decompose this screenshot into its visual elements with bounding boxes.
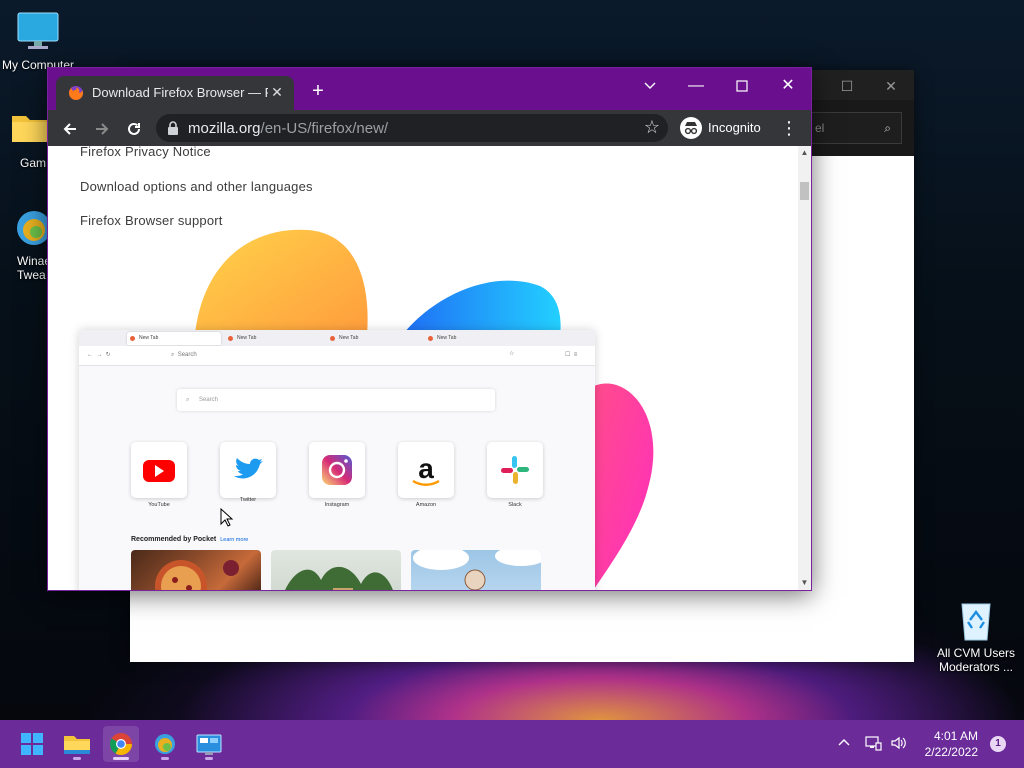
mock-tab-strip: New Tab New Tab New Tab New Tab: [79, 330, 595, 346]
mouse-cursor-icon: [220, 508, 234, 527]
incognito-icon: [680, 117, 702, 139]
incognito-label: Incognito: [708, 120, 761, 135]
winaero-icon: [12, 206, 50, 250]
desktop-icon-my-computer[interactable]: My Computer: [0, 10, 76, 72]
clock-time: 4:01 AM: [933, 729, 978, 743]
chevron-up-icon[interactable]: [836, 734, 852, 768]
url-text[interactable]: mozilla.org/en-US/firefox/new/: [188, 120, 388, 137]
windows-logo-icon: [21, 733, 43, 755]
mock-tab: New Tab: [327, 332, 421, 345]
page-content: Firefox Privacy Notice Download options …: [48, 146, 799, 590]
desktop-icon-label: Winaero Twea: [17, 254, 50, 282]
url-path: /en-US/firefox/new/: [260, 120, 389, 137]
minimize-button[interactable]: —: [674, 72, 718, 100]
mock-address-bar: ← → ↻ ⌕ Search ☆ ☐ ≡: [79, 346, 595, 366]
pink-blob-shape: [588, 383, 654, 590]
system-clock[interactable]: 4:01 AM 2/22/2022: [925, 728, 978, 760]
orange-blob-shape: [194, 229, 368, 346]
tab-search-chevron-icon[interactable]: [628, 72, 672, 100]
taskbar-control-panel[interactable]: [191, 726, 227, 762]
mock-tab: New Tab: [225, 332, 319, 345]
pocket-card-image: [411, 550, 541, 590]
tab-firefox-download[interactable]: Download Firefox Browser — Fast, Private…: [56, 76, 294, 110]
youtube-icon: [131, 442, 187, 498]
network-icon[interactable]: [864, 734, 882, 768]
reload-button[interactable]: [120, 114, 148, 142]
amazon-icon: a: [398, 442, 454, 498]
scroll-down-arrow-icon[interactable]: ▼: [798, 576, 811, 590]
back-button[interactable]: [56, 114, 84, 142]
mock-tab: New Tab: [425, 332, 519, 345]
close-icon[interactable]: ✕: [876, 76, 906, 96]
shortcut-label: Slack: [508, 502, 522, 508]
svg-text:a: a: [418, 453, 434, 484]
running-indicator: [205, 757, 213, 760]
running-indicator: [73, 757, 81, 760]
firefox-preview-image: New Tab New Tab New Tab New Tab ← → ↻ ⌕ …: [79, 330, 595, 590]
desktop-icon-recycle-bin[interactable]: All CVM Users Moderators ...: [934, 598, 1018, 674]
desktop-icon-label: All CVM Users Moderators ...: [936, 646, 1015, 674]
address-bar[interactable]: mozilla.org/en-US/firefox/new/ ☆: [156, 114, 668, 142]
instagram-icon: [309, 442, 365, 498]
forward-button[interactable]: [88, 114, 116, 142]
shortcut-label: Amazon: [415, 502, 437, 508]
shortcut-label: Twitter: [239, 497, 257, 503]
close-window-button[interactable]: ✕: [766, 72, 810, 100]
monitor-icon: [16, 10, 60, 54]
search-icon: ⌕: [884, 121, 891, 135]
folder-icon: [8, 108, 52, 152]
lock-icon[interactable]: [166, 120, 182, 136]
taskbar-winaero[interactable]: [147, 726, 183, 762]
mock-tab: New Tab: [127, 332, 221, 345]
browser-toolbar: mozilla.org/en-US/firefox/new/ ☆ Incogni…: [48, 110, 811, 146]
shortcut-label: Instagram: [324, 502, 350, 508]
running-indicator: [161, 757, 169, 760]
shortcut-label: YouTube: [148, 502, 170, 508]
maximize-icon[interactable]: ☐: [832, 76, 862, 96]
incognito-badge[interactable]: Incognito: [678, 114, 761, 142]
volume-icon[interactable]: [890, 734, 908, 768]
taskbar: 4:01 AM 2/22/2022 1: [0, 720, 1024, 768]
background-search-field[interactable]: el ⌕: [804, 112, 902, 144]
chrome-window[interactable]: Download Firefox Browser — Fast, Private…: [47, 67, 812, 591]
desktop-icon-winaero[interactable]: Winaero Twea: [0, 206, 50, 282]
firefox-icon: [68, 85, 84, 101]
bookmark-star-icon[interactable]: ☆: [644, 117, 660, 138]
pocket-heading: Recommended by Pocket Learn more: [131, 536, 249, 543]
clock-date: 2/22/2022: [924, 745, 978, 759]
running-indicator: [113, 757, 129, 760]
tab-strip[interactable]: Download Firefox Browser — Fast, Private…: [48, 68, 811, 110]
twitter-icon: [220, 442, 276, 498]
maximize-button[interactable]: [720, 72, 764, 100]
mock-search-field: ⌕ Search: [177, 389, 495, 411]
page-scrollbar[interactable]: ▲ ▼: [798, 146, 811, 590]
recycle-bin-icon: [954, 598, 998, 642]
tab-close-icon[interactable]: ✕: [268, 83, 286, 101]
url-host: mozilla.org: [188, 120, 261, 137]
scroll-up-arrow-icon[interactable]: ▲: [798, 146, 811, 160]
slack-icon: [487, 442, 543, 498]
taskbar-chrome[interactable]: [103, 726, 139, 762]
blue-blob-shape: [400, 280, 561, 338]
tab-title: Download Firefox Browser — Fast, Private…: [92, 85, 268, 100]
notification-badge[interactable]: 1: [990, 736, 1006, 752]
pocket-card-image: [131, 550, 261, 590]
pocket-card-image: [271, 550, 401, 590]
search-placeholder: el: [815, 121, 825, 135]
taskbar-file-explorer[interactable]: [59, 726, 95, 762]
link-privacy-notice[interactable]: Firefox Privacy Notice: [80, 146, 211, 159]
start-button[interactable]: [14, 726, 50, 762]
scrollbar-thumb[interactable]: [800, 182, 809, 200]
menu-kebab-icon[interactable]: ⋮: [777, 114, 801, 142]
link-download-options[interactable]: Download options and other languages: [80, 179, 313, 194]
new-tab-button[interactable]: +: [306, 80, 330, 104]
